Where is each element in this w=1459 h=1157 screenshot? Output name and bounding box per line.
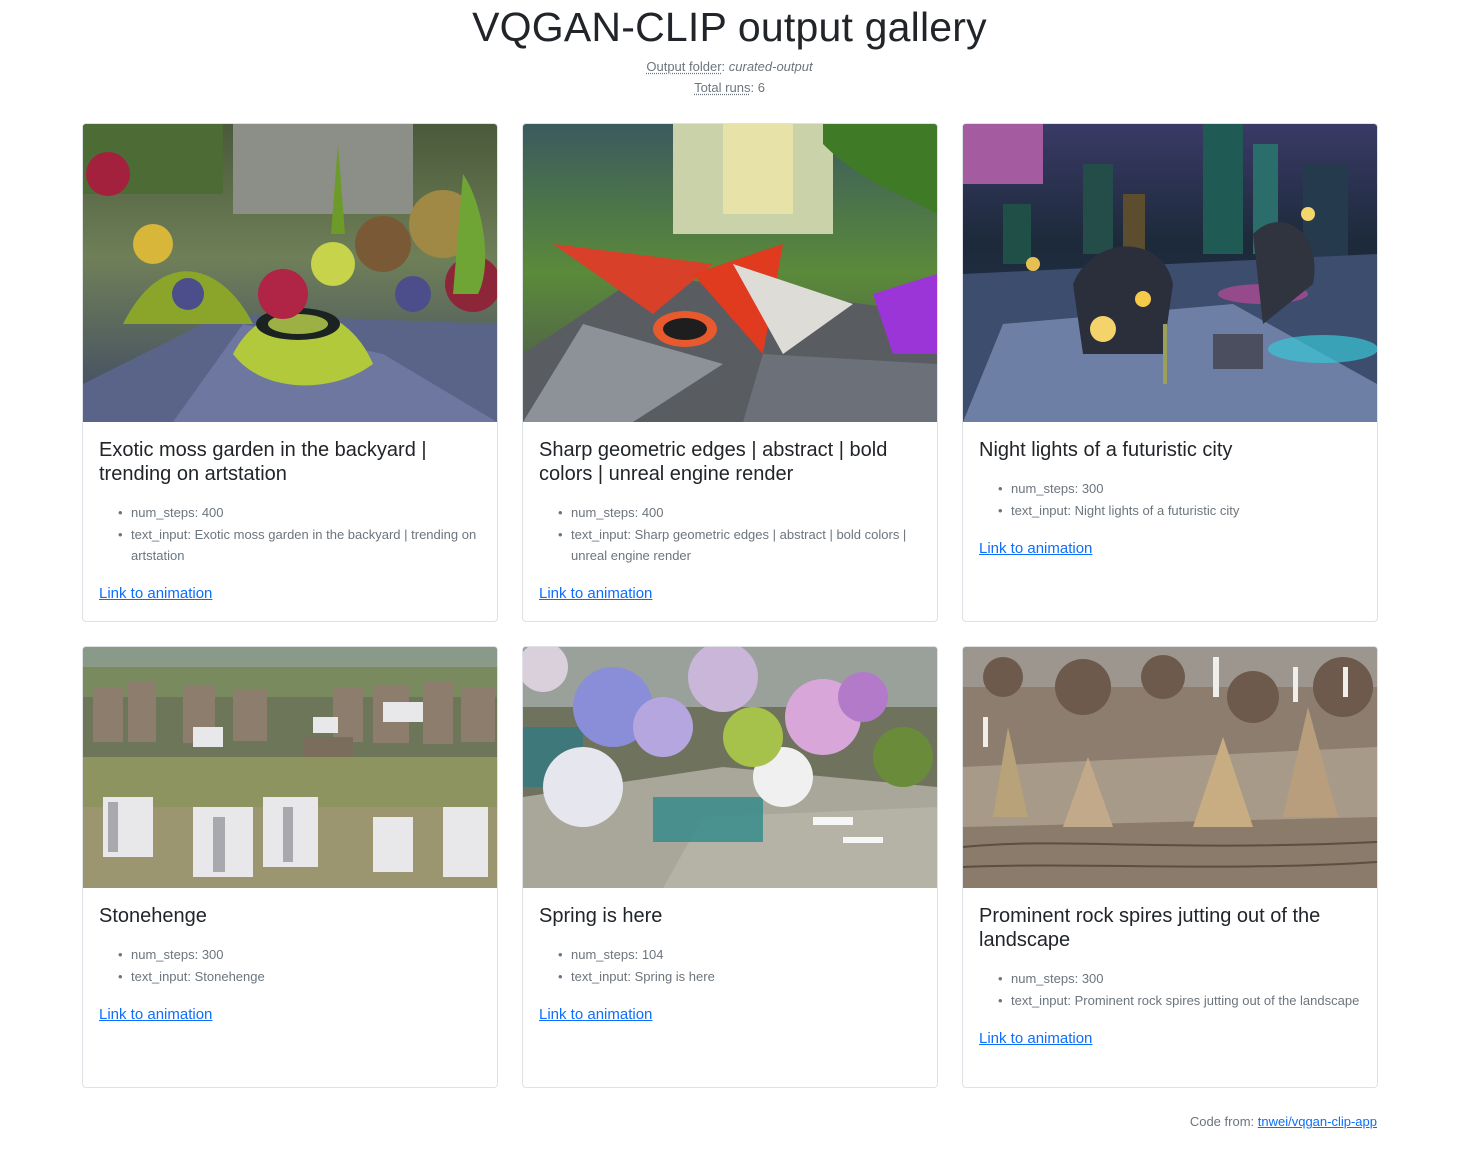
param-num-steps: num_steps: 104 [558,944,921,965]
param-text-input: text_input: Exotic moss garden in the ba… [118,524,481,566]
card-image [83,124,497,422]
card-image [963,124,1377,422]
link-to-animation[interactable]: Link to animation [539,585,652,602]
gallery-card: Spring is here num_steps: 104 text_input… [522,646,938,1088]
card-image [83,647,497,888]
total-runs-label: Total runs [694,80,751,95]
card-image [523,124,937,422]
card-title: Spring is here [539,905,663,927]
link-to-animation[interactable]: Link to animation [539,1006,652,1023]
params-list: num_steps: 400 text_input: Exotic moss g… [99,502,481,566]
param-text-input: text_input: Sharp geometric edges | abst… [558,524,921,566]
footer: Code from: tnwei/vqgan-clip-app [1190,1114,1377,1129]
gallery-card: Stonehenge num_steps: 300 text_input: St… [82,646,498,1088]
param-num-steps: num_steps: 400 [558,502,921,523]
param-text-input: text_input: Spring is here [558,966,921,987]
param-text-input: text_input: Night lights of a futuristic… [998,500,1361,521]
card-title: Prominent rock spires jutting out of the… [979,905,1321,951]
gallery-card: Sharp geometric edges | abstract | bold … [522,123,938,622]
param-num-steps: num_steps: 300 [998,968,1361,989]
card-image [523,647,937,888]
param-num-steps: num_steps: 400 [118,502,481,523]
link-to-animation[interactable]: Link to animation [979,1030,1092,1047]
output-folder-value: curated-output [728,59,813,74]
link-to-animation[interactable]: Link to animation [99,585,212,602]
gallery-card: Prominent rock spires jutting out of the… [962,646,1378,1088]
params-list: num_steps: 104 text_input: Spring is her… [539,944,921,987]
link-to-animation[interactable]: Link to animation [99,1006,212,1023]
output-folder-label: Output folder [646,59,722,74]
params-list: num_steps: 300 text_input: Prominent roc… [979,968,1361,1011]
page-title: VQGAN-CLIP output gallery [472,4,987,50]
card-image [963,647,1377,888]
footer-prefix: Code from: [1189,1114,1255,1129]
card-title: Exotic moss garden in the backyard | tre… [99,439,427,485]
param-text-input: text_input: Stonehenge [118,966,481,987]
params-list: num_steps: 300 text_input: Stonehenge [99,944,481,987]
output-folder-info: Output folder: curated-output [646,59,813,74]
repo-link[interactable]: tnwei/vqgan-clip-app [1258,1114,1377,1129]
link-to-animation[interactable]: Link to animation [979,540,1092,557]
param-num-steps: num_steps: 300 [998,478,1361,499]
card-title: Sharp geometric edges | abstract | bold … [539,439,888,485]
params-list: num_steps: 300 text_input: Night lights … [979,478,1361,521]
card-title: Night lights of a futuristic city [979,439,1233,461]
gallery-card: Exotic moss garden in the backyard | tre… [82,123,498,622]
params-list: num_steps: 400 text_input: Sharp geometr… [539,502,921,566]
card-title: Stonehenge [99,905,207,927]
param-num-steps: num_steps: 300 [118,944,481,965]
total-runs-value: 6 [757,80,765,95]
gallery-card: Night lights of a futuristic city num_st… [962,123,1378,622]
total-runs-info: Total runs: 6 [694,80,765,95]
param-text-input: text_input: Prominent rock spires juttin… [998,990,1361,1011]
